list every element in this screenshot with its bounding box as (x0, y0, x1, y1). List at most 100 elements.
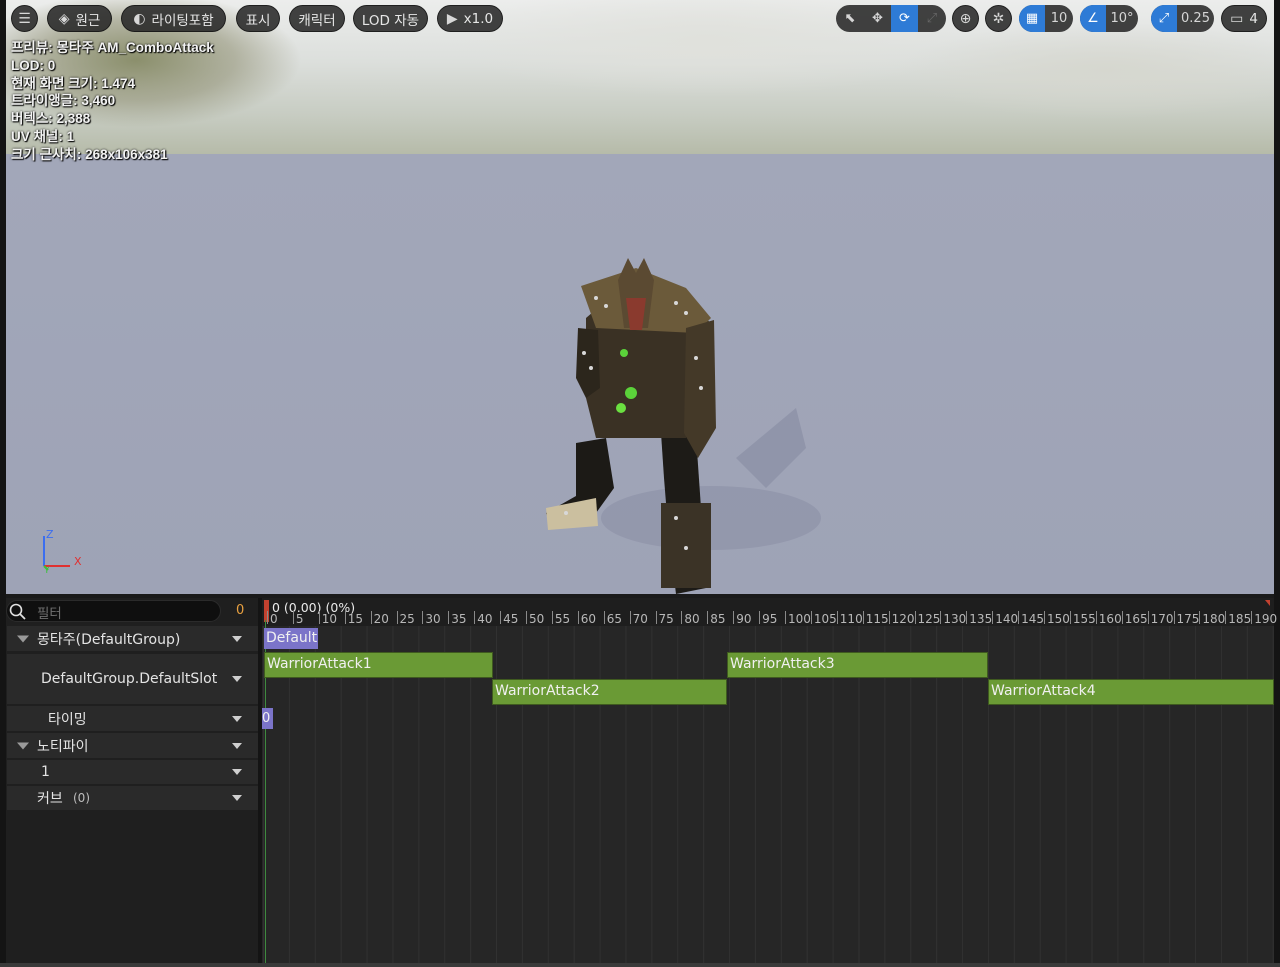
ruler-tick: 30 (422, 611, 441, 626)
axis-z-label: Z (46, 528, 54, 541)
angle-snap-value[interactable]: 10° (1106, 5, 1138, 32)
ruler-tick: 115 (862, 611, 889, 626)
lighting-icon: ◐ (133, 10, 146, 27)
chevron-down-icon[interactable] (232, 742, 242, 749)
ruler-tick: 60 (577, 611, 597, 626)
end-marker[interactable] (1265, 600, 1270, 606)
scale-snap-group[interactable]: ⤢ 0.25 (1151, 5, 1214, 32)
bottom-status-bar (0, 963, 1280, 967)
rotate-tool-icon[interactable]: ⟳ (891, 5, 918, 32)
snap-icon: ✲ (992, 10, 1005, 27)
ruler-tick: 130 (940, 611, 967, 626)
expand-icon[interactable] (17, 742, 29, 749)
window-edge-right (1274, 0, 1280, 967)
ruler-tick: 165 (1121, 611, 1148, 626)
axis-x-label: X (74, 555, 82, 568)
angle-snap-icon[interactable]: ∠ (1080, 5, 1106, 32)
ruler-tick: 175 (1173, 611, 1200, 626)
track-notify-1-label: 1 (41, 764, 50, 780)
chevron-down-icon[interactable] (232, 635, 242, 642)
track-slot[interactable]: DefaultGroup.DefaultSlot (7, 654, 258, 704)
chevron-down-icon[interactable] (232, 676, 242, 682)
character-button[interactable]: 캐릭터 (289, 5, 345, 32)
world-local-button[interactable]: ⊕ (952, 5, 979, 32)
ruler-tick: 95 (759, 611, 778, 626)
character-label: 캐릭터 (298, 12, 336, 29)
show-button[interactable]: 표시 (236, 5, 280, 32)
hamburger-icon: ☰ (18, 10, 31, 27)
track-timing-label: 타이밍 (48, 711, 87, 728)
track-montage[interactable]: 몽타주(DefaultGroup) (7, 626, 258, 651)
surface-snap-button[interactable]: ✲ (985, 5, 1012, 32)
axis-gizmo: Z X Y (43, 528, 82, 574)
ruler-tick: 150 (1044, 611, 1070, 626)
grid-snap-group[interactable]: ▦ 10 (1019, 5, 1073, 32)
camera-icon: ▭ (1230, 10, 1244, 27)
lod-button[interactable]: LOD 자동 (353, 5, 428, 32)
track-notify-1[interactable]: 1 (7, 760, 258, 784)
timing-marker[interactable]: 0 (262, 708, 273, 729)
ruler-tick: 145 (1018, 611, 1044, 626)
scale-snap-value[interactable]: 0.25 (1177, 5, 1214, 32)
stat-screen-size: 현재 화면 크기: 1.474 (11, 75, 136, 91)
track-montage-label: 몽타주(DefaultGroup) (37, 631, 181, 648)
ruler-tick: 100 (785, 611, 811, 626)
character-preview[interactable] (536, 258, 826, 594)
segment-warrior-attack-1[interactable]: WarriorAttack1 (264, 652, 493, 678)
play-icon: ▶ (446, 10, 458, 27)
chevron-down-icon[interactable] (232, 795, 242, 801)
ruler-tick: 90 (733, 611, 752, 626)
move-tool-icon[interactable]: ✥ (864, 5, 891, 32)
perspective-button[interactable]: ◈ 원근 (47, 5, 112, 32)
segment-warrior-attack-4[interactable]: WarriorAttack4 (988, 679, 1274, 705)
section-default[interactable]: Default (264, 628, 318, 649)
ruler-tick: 20 (370, 611, 389, 626)
ruler-tick: 170 (1147, 611, 1174, 626)
camera-speed-button[interactable]: ▭ 4 (1221, 5, 1267, 32)
stat-bounds: 크기 근사치: 268x106x381 (11, 146, 168, 162)
ruler-tick: 55 (551, 611, 571, 626)
globe-icon: ⊕ (959, 10, 972, 27)
show-label: 표시 (245, 12, 271, 29)
grid-snap-value[interactable]: 10 (1045, 5, 1073, 32)
ruler-tick: 5 (293, 611, 304, 626)
expand-icon[interactable] (17, 635, 29, 642)
ruler-tick: 75 (655, 611, 674, 626)
ruler-tick: 110 (836, 611, 863, 626)
select-tool-icon[interactable]: ⬉ (836, 5, 864, 32)
ruler-tick: 185 (1225, 611, 1252, 626)
ruler-tick: 155 (1069, 611, 1096, 626)
playback-speed-button[interactable]: ▶ x1.0 (437, 5, 503, 32)
angle-snap-group[interactable]: ∠ 10° (1080, 5, 1138, 32)
viewport-stats: 프리뷰: 몽타주 AM_ComboAttack LOD: 0 현재 화면 크기:… (11, 39, 214, 164)
ruler-tick: 25 (396, 611, 415, 626)
ruler-tick: 70 (629, 611, 648, 626)
grid-snap-icon[interactable]: ▦ (1019, 5, 1045, 32)
transform-tools-group: ⬉ ✥ ⟳ ⤢ (836, 5, 946, 32)
ruler-tick: 190 (1251, 611, 1278, 626)
chevron-down-icon[interactable] (232, 769, 242, 775)
playback-speed-label: x1.0 (463, 10, 494, 27)
ruler-tick: 0 (267, 611, 278, 626)
track-slot-label: DefaultGroup.DefaultSlot (41, 671, 218, 687)
chevron-down-icon[interactable] (232, 715, 242, 722)
ruler-tick: 135 (966, 611, 993, 626)
track-timing[interactable]: 타이밍 (7, 706, 258, 731)
menu-button[interactable]: ☰ (11, 5, 38, 32)
segment-warrior-attack-2[interactable]: WarriorAttack2 (492, 679, 727, 705)
stat-lod: LOD: 0 (11, 57, 56, 73)
segment-warrior-attack-3[interactable]: WarriorAttack3 (727, 652, 988, 678)
lighting-label: 라이팅포함 (151, 12, 214, 29)
track-notify[interactable]: 노티파이 (7, 733, 258, 758)
ruler-tick: 120 (888, 611, 915, 626)
scale-tool-icon[interactable]: ⤢ (918, 5, 946, 32)
ruler-tick: 50 (525, 611, 545, 626)
scale-snap-icon[interactable]: ⤢ (1151, 5, 1177, 32)
track-curves[interactable]: 커브 (0) (7, 786, 258, 810)
lighting-button[interactable]: ◐ 라이팅포함 (121, 5, 226, 32)
search-icon (9, 603, 26, 620)
ruler-tick: 80 (681, 611, 700, 626)
stat-triangles: 트라이앵글: 3,460 (11, 93, 116, 109)
filter-placeholder: 필터 (37, 606, 62, 622)
perspective-label: 원근 (75, 12, 101, 29)
